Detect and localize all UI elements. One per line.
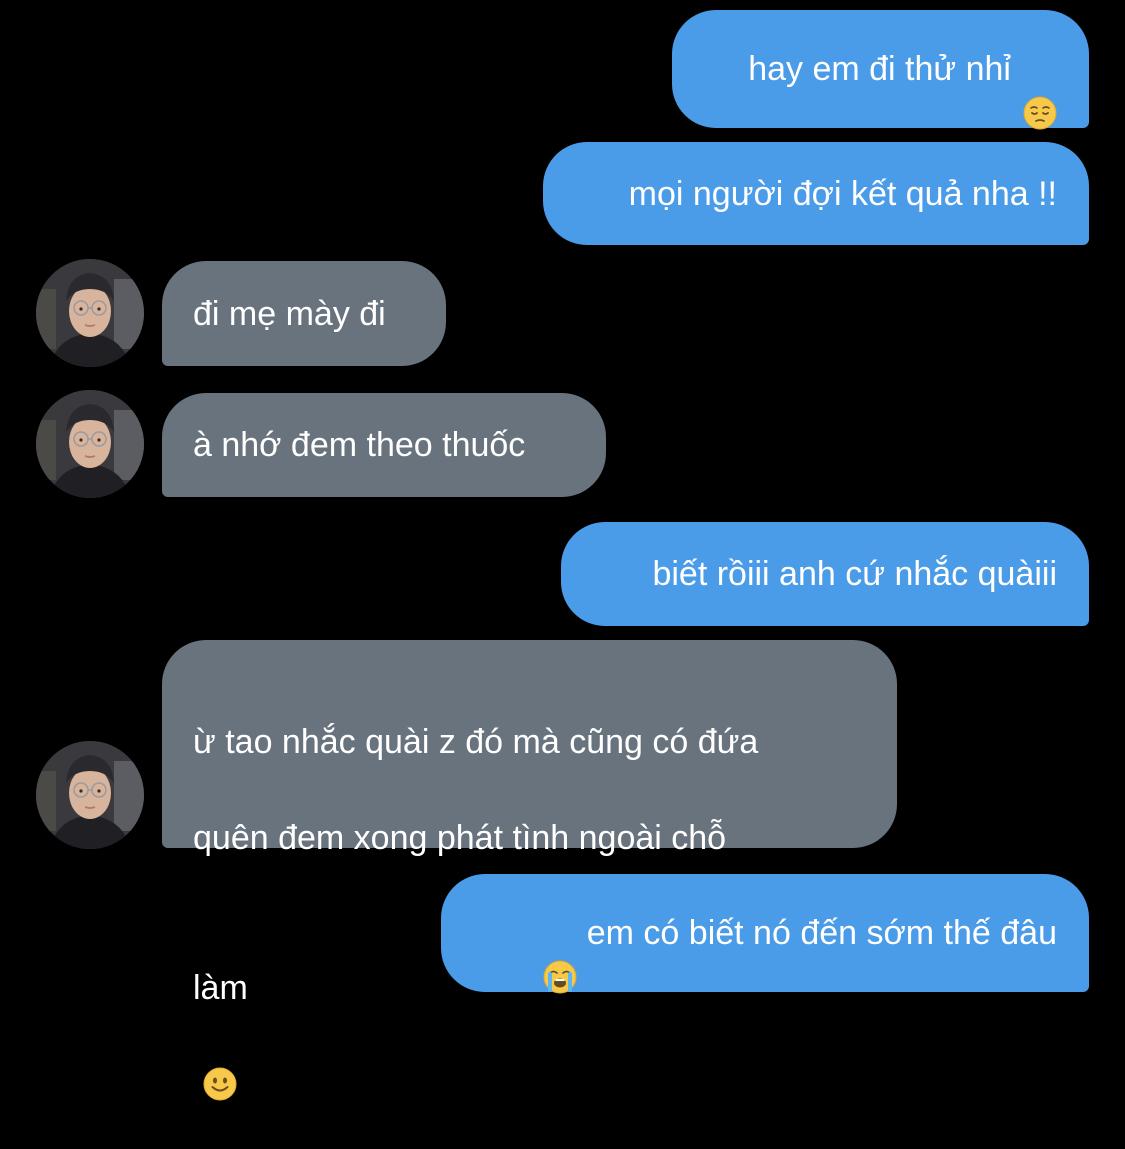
contact-avatar[interactable]	[36, 259, 144, 367]
message-text: à nhớ đem theo thuốc	[193, 426, 526, 464]
loudly-crying-face-icon	[543, 914, 577, 994]
message-text: mọi người đợi kết quả nha !!	[628, 174, 1057, 213]
sent-message-bubble[interactable]: hay em đi thử nhỉ	[672, 10, 1089, 130]
message-text: hay em đi thử nhỉ	[748, 50, 1011, 88]
contact-avatar[interactable]	[36, 390, 144, 498]
message-text: em có biết nó đến sớm thế đâu	[586, 914, 1057, 952]
chat-thread: hay em đi thử nhỉ mọi người đợi kết quả …	[0, 0, 1125, 1101]
sent-message-bubble[interactable]: mọi người đợi kết quả nha !!	[543, 142, 1089, 245]
received-message-bubble[interactable]: à nhớ đem theo thuốc	[162, 393, 606, 497]
sent-message-bubble[interactable]: biết rồiii anh cứ nhắc quàiii	[561, 522, 1089, 626]
message-text: làm	[193, 969, 248, 1007]
message-text-line: quên đem xong phát tình ngoài chỗ	[193, 819, 727, 857]
slightly-smiling-face-icon	[203, 1019, 237, 1101]
message-text-line: ừ tao nhắc quài z đó mà cũng có đứa	[193, 723, 759, 761]
sent-message-bubble[interactable]: em có biết nó đến sớm thế đâu	[441, 874, 1089, 994]
contact-avatar[interactable]	[36, 741, 144, 849]
message-text: đi mẹ mày đi	[193, 294, 386, 333]
pensive-face-icon	[1023, 50, 1057, 130]
message-text: biết rồiii anh cứ nhắc quàiii	[652, 555, 1057, 593]
received-message-bubble[interactable]: ừ tao nhắc quài z đó mà cũng có đứa quên…	[162, 640, 897, 1101]
received-message-bubble[interactable]: đi mẹ mày đi	[162, 261, 446, 366]
